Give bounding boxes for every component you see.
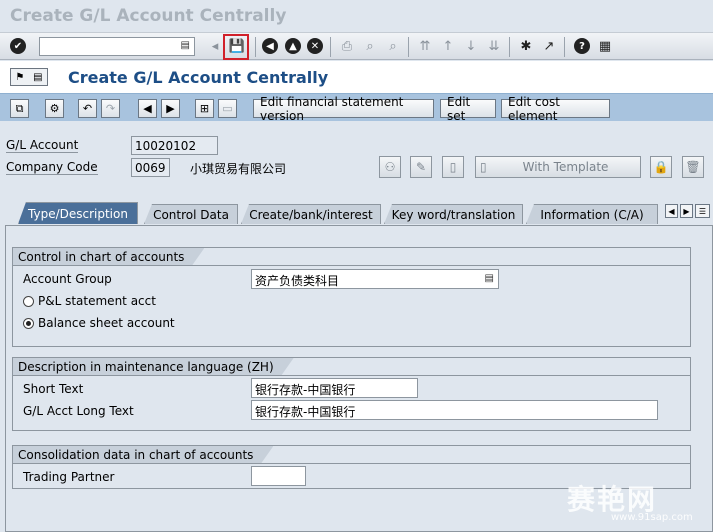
standard-toolbar: ✔ ▤ ◂ 💾 ◀ ▲ ✕ ⎙ ⌕ ⌕ ⇈ ↑ ↓ ⇊ ✱ ↗ ? ▦ (0, 32, 713, 60)
edit-pencil-icon[interactable]: ✎ (410, 156, 432, 178)
edit-set-button[interactable]: Edit set (440, 95, 496, 123)
consolidation-group-title: Consolidation data in chart of accounts (13, 446, 273, 463)
exit-icon[interactable]: ▲ (285, 38, 301, 54)
page-title: Create G/L Account Centrally (68, 68, 329, 87)
enter-checkmark-icon[interactable]: ✔ (10, 38, 26, 54)
create-reference-icon[interactable]: ⚇ (379, 156, 401, 178)
description-group: Description in maintenance language (ZH)… (12, 357, 691, 431)
tab-content-panel: Control in chart of accounts Account Gro… (5, 225, 713, 532)
lock-icon[interactable]: 🔒 (650, 156, 672, 178)
window-title: Create G/L Account Centrally (10, 6, 287, 26)
shortcut-icon[interactable]: ↗ (540, 37, 558, 55)
tab-information-ca[interactable]: Information (C/A) (526, 204, 658, 224)
command-field[interactable]: ▤ (39, 37, 195, 56)
with-template-label: With Template (522, 160, 609, 174)
tab-key-word-translation[interactable]: Key word/translation (384, 204, 523, 224)
display-change-icon[interactable]: ⚙ (45, 99, 64, 118)
account-group-value: 资产负债类科目 (255, 274, 340, 288)
tab-scroll-left-icon[interactable]: ◀ (665, 204, 678, 218)
control-chart-group-title: Control in chart of accounts (13, 248, 204, 265)
control-chart-group: Control in chart of accounts Account Gro… (12, 247, 691, 347)
account-group-dropdown-icon[interactable]: ▤ (485, 273, 494, 284)
tab-type-description[interactable]: Type/Description (18, 202, 138, 224)
new-session-icon[interactable]: ✱ (517, 37, 535, 55)
document-icon[interactable]: ▭ (218, 99, 237, 118)
long-text-label: G/L Acct Long Text (23, 404, 134, 418)
edit-financial-statement-version-button[interactable]: Edit financial statement version (253, 95, 434, 123)
gl-account-label: G/L Account (6, 138, 79, 153)
description-group-title: Description in maintenance language (ZH) (13, 358, 294, 375)
delete-trash-icon[interactable]: 🗑 (682, 156, 704, 178)
redo-icon[interactable]: ↷ (101, 99, 120, 118)
tab-list-icon[interactable]: ☰ (695, 204, 710, 218)
next-entry-icon[interactable]: ▶ (161, 99, 180, 118)
short-text-input[interactable]: 银行存款-中国银行 (251, 378, 418, 398)
pl-statement-radio[interactable] (23, 296, 34, 307)
menu-icon[interactable]: ⚑ ▤ (10, 68, 48, 86)
company-code-field[interactable]: 0069 (131, 158, 170, 177)
new-document-icon[interactable]: ▯ (442, 156, 464, 178)
tab-control-data[interactable]: Control Data (144, 204, 238, 224)
save-floppy-icon[interactable]: 💾 (228, 37, 246, 55)
consolidation-group: Consolidation data in chart of accounts … (12, 445, 691, 489)
long-text-input[interactable]: 银行存款-中国银行 (251, 400, 658, 420)
application-toolbar: ⧉ ⚙ ↶ ↷ ◀ ▶ ⊞ ▭ Edit financial statement… (0, 93, 713, 123)
next-page-icon[interactable]: ↓ (462, 37, 480, 55)
template-document-icon: ▯ (480, 160, 487, 174)
tab-strip: Type/Description Control Data Create/ban… (0, 200, 713, 224)
short-text-label: Short Text (23, 382, 84, 396)
back-icon[interactable]: ◀ (262, 38, 278, 54)
account-group-field[interactable]: 资产负债类科目 ▤ (251, 269, 499, 289)
edit-cost-element-button[interactable]: Edit cost element (501, 95, 610, 123)
application-title-bar: ⚑ ▤ Create G/L Account Centrally (0, 61, 713, 93)
print-icon[interactable]: ⎙ (338, 37, 356, 55)
gl-account-field[interactable]: 10020102 (131, 136, 218, 155)
cancel-icon[interactable]: ✕ (307, 38, 323, 54)
undo-icon[interactable]: ↶ (78, 99, 97, 118)
first-page-icon[interactable]: ⇈ (416, 37, 434, 55)
find-icon[interactable]: ⌕ (361, 37, 379, 55)
last-page-icon[interactable]: ⇊ (485, 37, 503, 55)
other-account-icon[interactable]: ⧉ (10, 99, 29, 118)
collapse-arrow-icon[interactable]: ◂ (206, 37, 224, 55)
customize-layout-icon[interactable]: ▦ (596, 37, 614, 55)
tab-scroll-right-icon[interactable]: ▶ (680, 204, 693, 218)
balance-sheet-radio[interactable] (23, 318, 34, 329)
where-used-icon[interactable]: ⊞ (195, 99, 214, 118)
account-group-label: Account Group (23, 272, 112, 286)
trading-partner-label: Trading Partner (23, 470, 115, 484)
balance-sheet-label: Balance sheet account (38, 316, 175, 330)
company-code-label: Company Code (6, 160, 98, 175)
help-icon[interactable]: ? (574, 38, 590, 54)
pl-statement-label: P&L statement acct (38, 294, 156, 308)
previous-entry-icon[interactable]: ◀ (138, 99, 157, 118)
tab-create-bank-interest[interactable]: Create/bank/interest (241, 204, 381, 224)
previous-page-icon[interactable]: ↑ (439, 37, 457, 55)
company-name: 小琪贸易有限公司 (190, 162, 287, 176)
trading-partner-input[interactable] (251, 466, 306, 486)
command-history-dropdown-icon[interactable]: ▤ (181, 40, 190, 51)
with-template-button[interactable]: ▯ With Template (475, 156, 641, 178)
window-title-bar: Create G/L Account Centrally (0, 0, 713, 32)
find-next-icon[interactable]: ⌕ (384, 37, 402, 55)
